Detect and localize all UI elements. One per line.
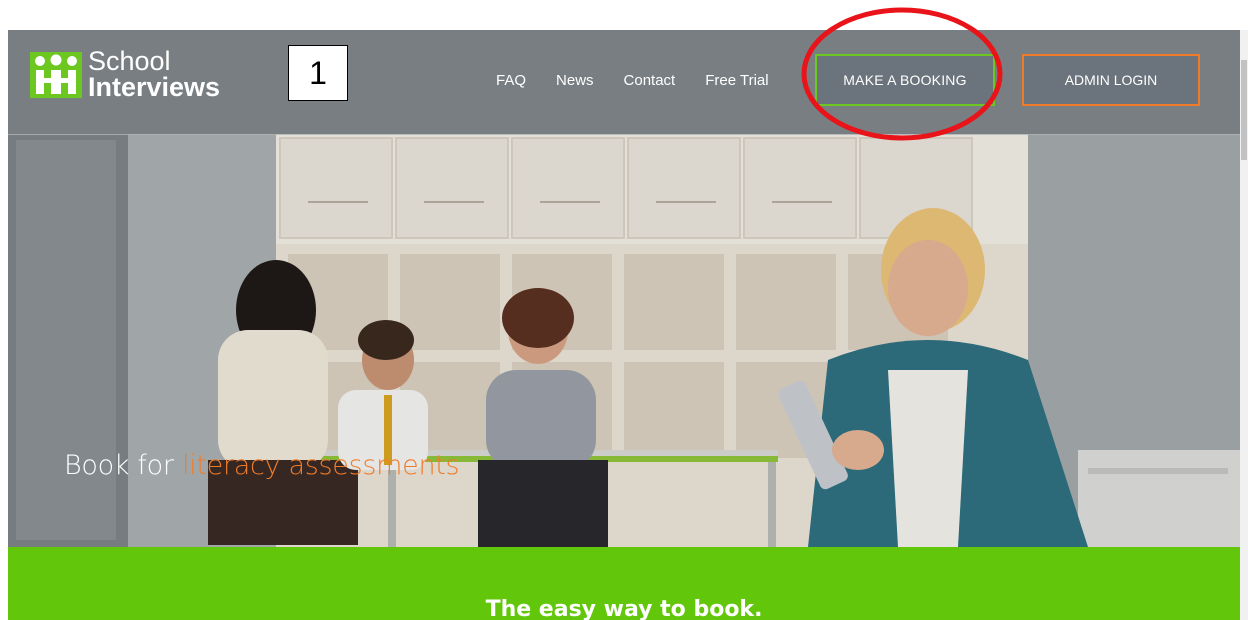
make-a-booking-button[interactable]: MAKE A BOOKING [815, 54, 995, 106]
school-interviews-logo[interactable]: School Interviews [30, 46, 221, 102]
admin-login-button[interactable]: ADMIN LOGIN [1022, 54, 1200, 106]
nav-free-trial-link[interactable]: Free Trial [705, 72, 768, 89]
site-header: School Interviews 1 FAQ News Contact Fre… [8, 30, 1240, 135]
step-number-annotation: 1 [288, 45, 348, 101]
nav-news-link[interactable]: News [556, 72, 594, 89]
page-scrollbar[interactable] [1240, 30, 1248, 620]
logo-people-icon [30, 50, 82, 98]
band-heading: The easy way to book. [485, 597, 763, 620]
intro-band: The easy way to book. [8, 547, 1240, 620]
nav-faq-link[interactable]: FAQ [496, 72, 526, 89]
hero-tagline-highlight: literacy assessments [181, 450, 460, 481]
hero-tagline-prefix: Book for [64, 450, 182, 481]
nav-contact-link[interactable]: Contact [624, 72, 676, 89]
logo-line-school: School [88, 46, 171, 76]
hero-tagline: Book for literacy assessments [64, 450, 460, 481]
scrollbar-thumb[interactable] [1241, 60, 1247, 160]
main-nav: FAQ News Contact Free Trial [496, 72, 799, 89]
logo-line-interviews: Interviews [88, 72, 221, 102]
browser-viewport: School Interviews 1 FAQ News Contact Fre… [8, 30, 1240, 620]
logo-wordmark: School Interviews [88, 46, 221, 102]
